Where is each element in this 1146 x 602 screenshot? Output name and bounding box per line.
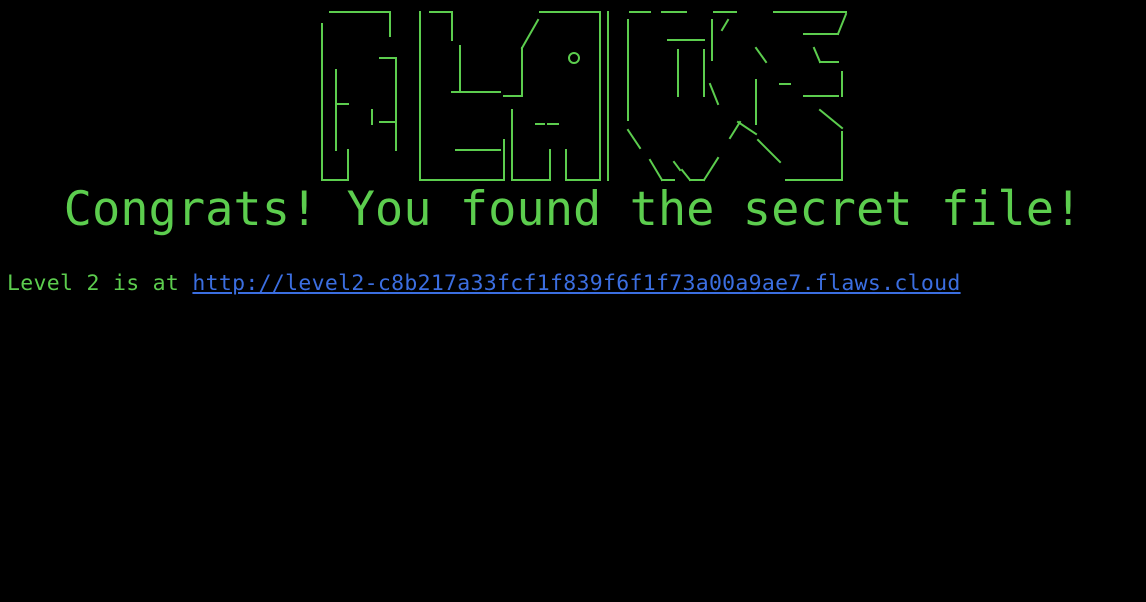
logo-letter-s bbox=[736, 11, 848, 181]
congrats-heading: Congrats! You found the secret file! bbox=[63, 182, 1083, 237]
logo-letter-w bbox=[626, 11, 742, 182]
flaws-logo-art bbox=[321, 11, 848, 182]
logo-letter-l bbox=[419, 11, 505, 181]
level-2-link[interactable]: http://level2-c8b217a33fcf1f839f6f1f73a0… bbox=[192, 271, 960, 296]
level-prefix: Level 2 is at bbox=[7, 271, 193, 296]
logo-letter-f bbox=[321, 11, 397, 181]
level-info: Level 2 is at http://level2-c8b217a33fcf… bbox=[7, 270, 961, 298]
logo-letter-a bbox=[503, 11, 609, 181]
page: Congrats! You found the secret file! Lev… bbox=[0, 0, 1146, 602]
flaws-ascii-logo bbox=[290, 0, 870, 186]
